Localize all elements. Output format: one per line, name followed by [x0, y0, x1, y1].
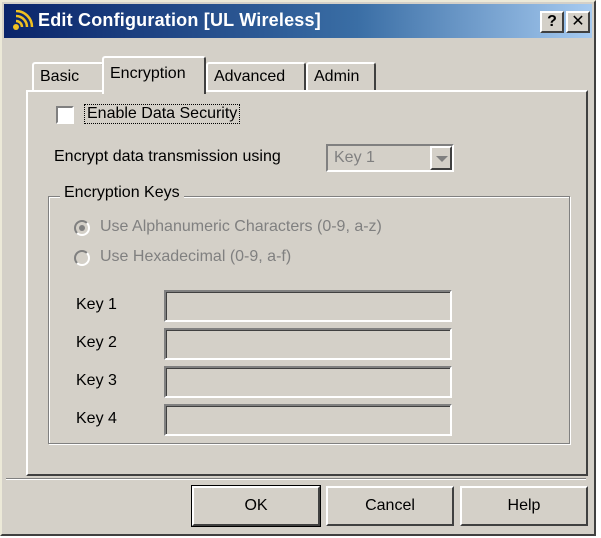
tab-encryption[interactable]: Encryption — [102, 56, 206, 94]
ok-button[interactable]: OK — [191, 485, 321, 527]
encryption-keys-group-label: Encryption Keys — [60, 184, 184, 202]
chevron-down-icon — [436, 156, 448, 162]
enable-data-security-checkbox[interactable] — [56, 106, 74, 124]
alphanumeric-radio-label[interactable]: Use Alphanumeric Characters (0-9, a-z) — [100, 218, 382, 236]
tab-basic[interactable]: Basic — [32, 62, 104, 92]
hexadecimal-radio-label[interactable]: Use Hexadecimal (0-9, a-f) — [100, 248, 291, 266]
close-button[interactable]: ✕ — [566, 11, 590, 33]
encryption-key-select-value: Key 1 — [334, 149, 375, 166]
key-3-input[interactable] — [164, 366, 452, 398]
encryption-key-select[interactable]: Key 1 — [326, 144, 454, 172]
hexadecimal-radio[interactable] — [74, 250, 90, 266]
key-2-label: Key 2 — [76, 334, 117, 351]
tab-admin[interactable]: Admin — [306, 62, 376, 92]
wireless-signal-icon — [13, 10, 34, 30]
key-1-label: Key 1 — [76, 296, 117, 313]
title-bar[interactable]: Edit Configuration [UL Wireless] ? ✕ — [4, 4, 592, 38]
key-4-label: Key 4 — [76, 410, 117, 427]
radio-selected-dot — [79, 225, 85, 231]
window-title: Edit Configuration [UL Wireless] — [38, 10, 321, 30]
key-1-input[interactable] — [164, 290, 452, 322]
help-button[interactable]: Help — [460, 486, 588, 526]
dropdown-button[interactable] — [430, 146, 452, 170]
tab-advanced[interactable]: Advanced — [206, 62, 306, 92]
encrypt-using-label: Encrypt data transmission using — [54, 148, 281, 165]
help-title-button[interactable]: ? — [540, 11, 564, 33]
footer-divider — [6, 478, 586, 480]
alphanumeric-radio[interactable] — [74, 220, 90, 236]
key-3-label: Key 3 — [76, 372, 117, 389]
cancel-button[interactable]: Cancel — [326, 486, 454, 526]
key-2-input[interactable] — [164, 328, 452, 360]
enable-data-security-label[interactable]: Enable Data Security — [84, 104, 241, 124]
key-4-input[interactable] — [164, 404, 452, 436]
